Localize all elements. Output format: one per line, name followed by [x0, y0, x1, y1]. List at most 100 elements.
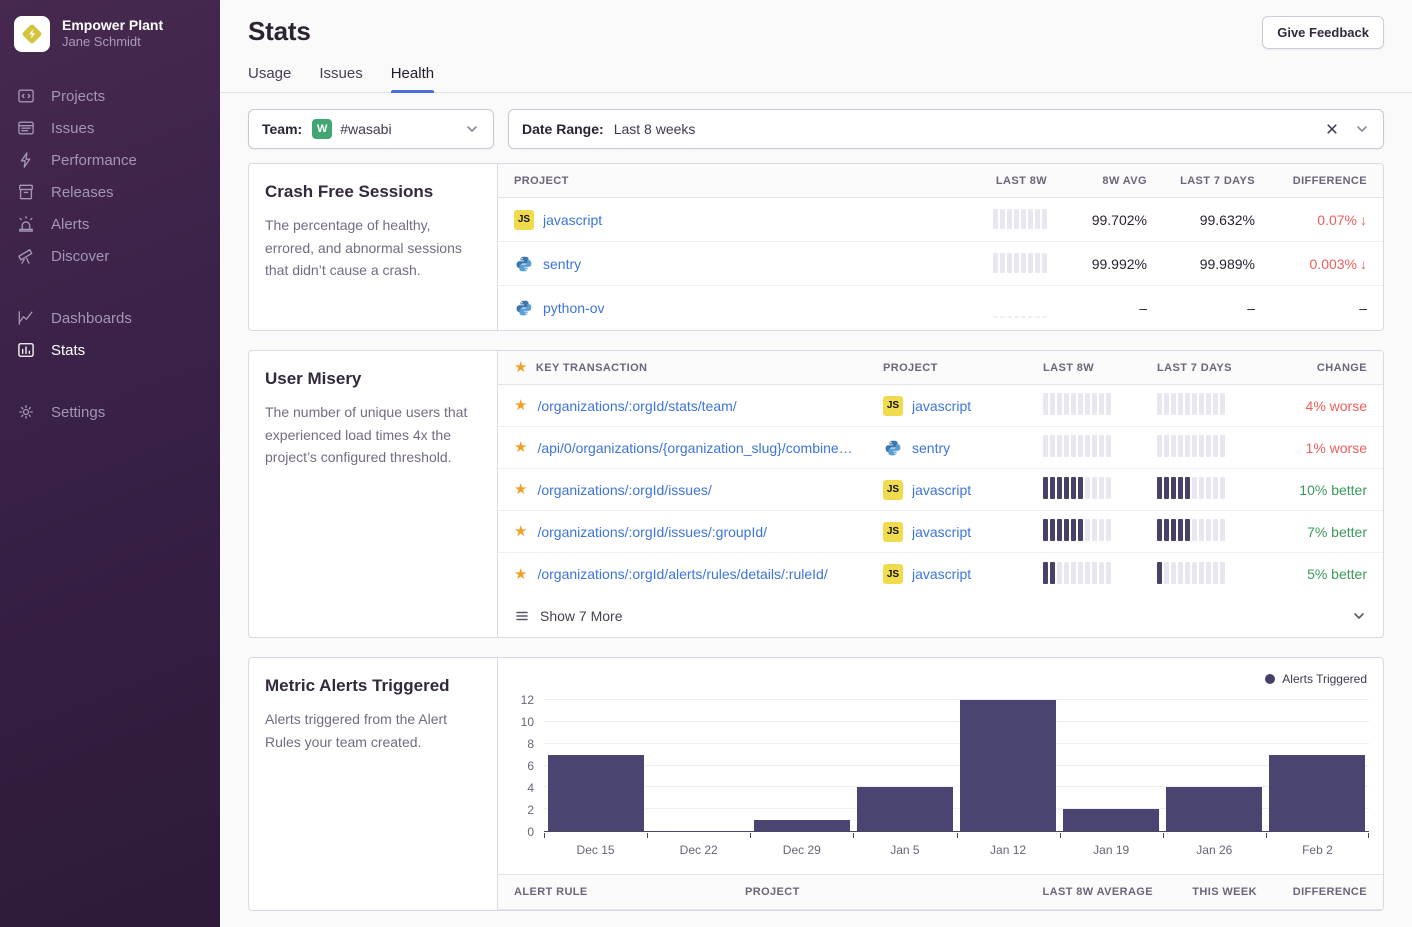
bar-dec-29 — [754, 820, 850, 831]
project-cell: JSjavascript — [883, 480, 1043, 500]
python-icon — [514, 254, 534, 274]
star-icon[interactable]: ★ — [514, 440, 527, 455]
show-more-row[interactable]: Show 7 More — [498, 595, 1383, 637]
give-feedback-button[interactable]: Give Feedback — [1262, 16, 1384, 49]
panel-title: Crash Free Sessions — [265, 182, 481, 202]
bar-slot — [957, 700, 1060, 831]
project-link[interactable]: javascript — [912, 482, 971, 498]
column-header: DIFFERENCE — [1257, 886, 1367, 898]
transaction-link[interactable]: /organizations/:orgId/alerts/rules/detai… — [537, 566, 827, 582]
org-identity: Empower Plant Jane Schmidt — [62, 17, 163, 51]
bar-jan-19 — [1063, 809, 1159, 831]
star-icon[interactable]: ★ — [514, 398, 527, 413]
sidebar-item-settings[interactable]: Settings — [0, 396, 220, 428]
sparkline — [1157, 435, 1225, 457]
change-value: 7% better — [1271, 524, 1367, 540]
table-row: ★/organizations/:orgId/stats/team/JSjava… — [498, 385, 1383, 427]
legend-dot-icon — [1265, 674, 1275, 684]
last-7d-cell — [1157, 519, 1271, 544]
sidebar-item-label: Stats — [51, 342, 85, 359]
avg-8w-value: 99.702% — [1047, 212, 1147, 228]
sidebar-item-issues[interactable]: Issues — [0, 112, 220, 144]
sidebar-item-dashboards[interactable]: Dashboards — [0, 302, 220, 334]
star-icon[interactable]: ★ — [514, 567, 527, 582]
sparkline — [1043, 562, 1111, 584]
alert-rules-table-header: ALERT RULE PROJECT LAST 8W AVERAGE THIS … — [498, 874, 1383, 910]
clear-date-range-icon[interactable] — [1324, 121, 1340, 137]
difference-value: 0.07%↓ — [1255, 212, 1367, 228]
transaction-link[interactable]: /organizations/:orgId/stats/team/ — [537, 398, 736, 414]
date-range-label: Date Range: — [522, 121, 604, 137]
sparkline — [1043, 393, 1111, 415]
chevron-down-icon — [464, 121, 480, 137]
bar-slot — [750, 700, 853, 831]
alerts-icon — [16, 214, 36, 234]
chart-x-axis: Dec 15Dec 22Dec 29Jan 5Jan 12Jan 19Jan 2… — [544, 833, 1369, 874]
sidebar-item-performance[interactable]: Performance — [0, 144, 220, 176]
bar-jan-5 — [857, 787, 953, 831]
sparkline — [1157, 562, 1225, 584]
last-8w-cell — [1043, 562, 1157, 587]
key-transaction-cell: ★ /organizations/:orgId/stats/team/ — [514, 398, 883, 414]
project-link[interactable]: javascript — [912, 524, 971, 540]
x-tick-label: Jan 26 — [1163, 833, 1266, 874]
tab-health[interactable]: Health — [391, 65, 434, 92]
project-link[interactable]: javascript — [912, 566, 971, 582]
javascript-icon: JS — [514, 210, 534, 230]
project-cell: sentry — [883, 438, 1043, 458]
crash-free-table-body: JSjavascript99.702%99.632%0.07%↓sentry99… — [498, 198, 1383, 330]
star-icon[interactable]: ★ — [514, 482, 527, 497]
metric-alerts-panel: Metric Alerts Triggered Alerts triggered… — [248, 657, 1384, 911]
bars-container — [544, 700, 1369, 831]
date-range-value: Last 8 weeks — [614, 121, 696, 137]
project-link[interactable]: javascript — [912, 398, 971, 414]
date-range-selector[interactable]: Date Range: Last 8 weeks — [508, 109, 1384, 149]
change-value: 5% better — [1271, 566, 1367, 582]
tab-usage[interactable]: Usage — [248, 65, 291, 92]
project-link[interactable]: sentry — [543, 256, 581, 272]
project-link[interactable]: sentry — [912, 440, 950, 456]
bar-slot — [1266, 700, 1369, 831]
column-header: CHANGE — [1271, 362, 1367, 374]
bar-slot — [1163, 700, 1266, 831]
dashboards-icon — [16, 308, 36, 328]
project-cell: JSjavascript — [883, 522, 1043, 542]
team-selector[interactable]: Team: W #wasabi — [248, 109, 494, 149]
tab-issues[interactable]: Issues — [319, 65, 362, 92]
filter-bar: Team: W #wasabi Date Range: Last 8 weeks — [248, 109, 1384, 149]
project-cell: JSjavascript — [883, 564, 1043, 584]
project-link[interactable]: python-ov — [543, 300, 604, 316]
transaction-link[interactable]: /organizations/:orgId/issues/:groupId/ — [537, 524, 767, 540]
sidebar-item-alerts[interactable]: Alerts — [0, 208, 220, 240]
chart-legend[interactable]: Alerts Triggered — [1265, 672, 1367, 686]
table-row: ★ /organizations/:orgId/issues/:groupId/J… — [498, 511, 1383, 553]
project-link[interactable]: javascript — [543, 212, 602, 228]
transaction-link[interactable]: /organizations/:orgId/issues/ — [537, 482, 711, 498]
project-cell: JS javascript — [514, 210, 935, 230]
sidebar-item-releases[interactable]: Releases — [0, 176, 220, 208]
sidebar-item-projects[interactable]: Projects — [0, 80, 220, 112]
key-transaction-cell: ★ /organizations/:orgId/alerts/rules/deta… — [514, 566, 883, 582]
column-header: LAST 8W AVERAGE — [985, 886, 1153, 898]
team-avatar: W — [312, 119, 332, 139]
x-tick-label: Jan 5 — [853, 833, 956, 874]
star-icon[interactable]: ★ — [514, 524, 527, 539]
sparkline — [1157, 477, 1225, 499]
settings-icon — [16, 402, 36, 422]
sidebar-item-label: Releases — [51, 184, 114, 201]
column-header: THIS WEEK — [1153, 886, 1257, 898]
last-8w-cell — [993, 251, 1047, 276]
sidebar-nav: ProjectsIssuesPerformanceReleasesAlertsD… — [0, 80, 220, 458]
app-root: Empower Plant Jane Schmidt ProjectsIssue… — [0, 0, 1412, 927]
sidebar-item-discover[interactable]: Discover — [0, 240, 220, 272]
sidebar-item-stats[interactable]: Stats — [0, 334, 220, 366]
projects-icon — [16, 86, 36, 106]
column-header: PROJECT — [883, 362, 1043, 374]
column-header: ALERT RULE — [514, 886, 745, 898]
project-cell: python-ov — [514, 298, 935, 318]
org-switcher[interactable]: Empower Plant Jane Schmidt — [0, 16, 220, 52]
column-header: LAST 8W — [1043, 362, 1157, 374]
bar-feb-2 — [1269, 755, 1365, 831]
bar-dec-15 — [548, 755, 644, 831]
transaction-link[interactable]: /api/0/organizations/{organization_slug}… — [537, 440, 852, 456]
